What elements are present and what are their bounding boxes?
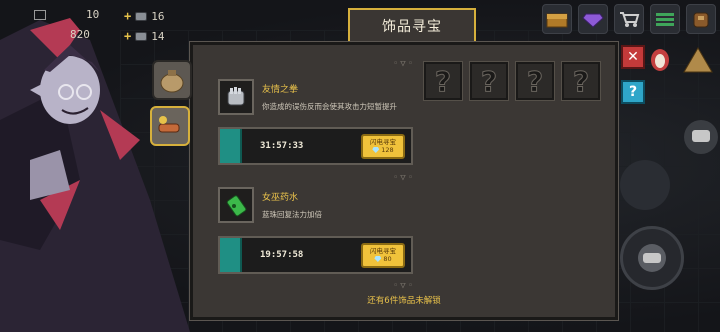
item-row-1: 友情之拳 你造成的误伤反而会使其攻击力短暂提升	[218, 79, 397, 115]
dialog-title: 饰品寻宝	[348, 8, 476, 42]
gem-icon	[374, 256, 382, 262]
material-icon	[135, 31, 148, 41]
res2-value: 14	[151, 29, 165, 43]
flash-cost: 80	[374, 255, 392, 263]
plus-icon: +	[124, 9, 132, 23]
help-button[interactable]: ?	[621, 80, 645, 104]
locked-slot[interactable]: ?	[423, 61, 463, 101]
gem-button[interactable]	[578, 4, 608, 34]
hp-value: 10	[86, 8, 100, 21]
chest-icon	[546, 13, 568, 28]
hud-hp: 10	[34, 8, 99, 21]
timer-bar-2: 19:57:58 闪电寻宝 80	[218, 236, 413, 274]
material-icon	[135, 11, 148, 21]
close-button[interactable]: ✕	[621, 45, 645, 69]
character-slot[interactable]	[648, 46, 672, 72]
flash-search-button[interactable]: 闪电寻宝 80	[361, 242, 405, 268]
timer-text: 19:57:58	[260, 250, 304, 260]
flash-label: 闪电寻宝	[370, 138, 396, 146]
question-mark-icon: ?	[572, 64, 590, 98]
plus-icon: +	[124, 29, 132, 43]
hud-res1: + 16	[124, 9, 164, 23]
item-name: 友情之拳	[262, 85, 299, 95]
cost-value: 80	[383, 255, 392, 263]
deco-mid: ◦▽◦	[392, 173, 416, 183]
flash-cost: 128	[372, 146, 394, 154]
res1-value: 16	[151, 9, 165, 23]
question-mark-icon: ?	[526, 64, 544, 98]
settings-button[interactable]	[650, 4, 680, 34]
hud-res2: + 14	[124, 29, 164, 43]
flash-label: 闪电寻宝	[370, 247, 396, 255]
accessory-icon	[158, 116, 180, 133]
heart-icon	[34, 9, 46, 20]
deco-bottom: ◦▽◦	[392, 281, 416, 291]
chat-button[interactable]	[684, 120, 718, 154]
timer-text: 31:57:33	[260, 141, 304, 151]
cost-value: 128	[381, 146, 394, 154]
tab-accessories[interactable]	[150, 106, 190, 146]
camp-button[interactable]	[682, 45, 714, 75]
locked-count-text: 还有6件饰品未解锁	[367, 296, 441, 306]
fist-icon[interactable]	[218, 79, 254, 115]
close-icon: ✕	[627, 49, 639, 65]
item-description: 你造成的误伤反而会使其攻击力短暂提升	[262, 102, 397, 111]
progress-fill	[220, 238, 242, 272]
help-icon: ?	[628, 84, 638, 100]
chat-icon	[692, 130, 710, 142]
potion-icon[interactable]	[218, 187, 254, 223]
gem-icon	[372, 147, 380, 153]
cart-button[interactable]	[614, 4, 644, 34]
tab-bag[interactable]	[152, 60, 192, 100]
question-mark-icon: ?	[434, 64, 452, 98]
deco-top: ◦▽◦	[392, 59, 416, 69]
locked-slot[interactable]: ?	[561, 61, 601, 101]
question-mark-icon: ?	[480, 64, 498, 98]
chest-button[interactable]	[542, 4, 572, 34]
attack-button[interactable]	[620, 226, 684, 290]
menu-icon	[656, 13, 674, 26]
penguin-icon	[651, 49, 669, 71]
hud-gold: 820	[70, 28, 90, 41]
sack-icon	[160, 70, 184, 93]
backpack-icon	[693, 12, 709, 28]
gold-value: 820	[70, 28, 90, 41]
cart-icon	[620, 12, 640, 27]
flash-search-button[interactable]: 闪电寻宝 128	[361, 133, 405, 159]
tent-icon	[683, 47, 713, 73]
attack-icon	[638, 244, 666, 272]
skill-button[interactable]	[620, 160, 670, 210]
timer-bar-1: 31:57:33 闪电寻宝 128	[218, 127, 413, 165]
item-description: 蓝珠回复法力加倍	[262, 210, 322, 219]
item-row-2: 女巫药水 蓝珠回复法力加倍	[218, 187, 322, 223]
bag-button[interactable]	[686, 4, 716, 34]
progress-fill	[220, 129, 242, 163]
gem-shop-icon	[582, 13, 604, 28]
locked-slot[interactable]: ?	[515, 61, 555, 101]
item-name: 女巫药水	[262, 193, 299, 203]
top-menu	[542, 4, 716, 34]
locked-slot[interactable]: ?	[469, 61, 509, 101]
